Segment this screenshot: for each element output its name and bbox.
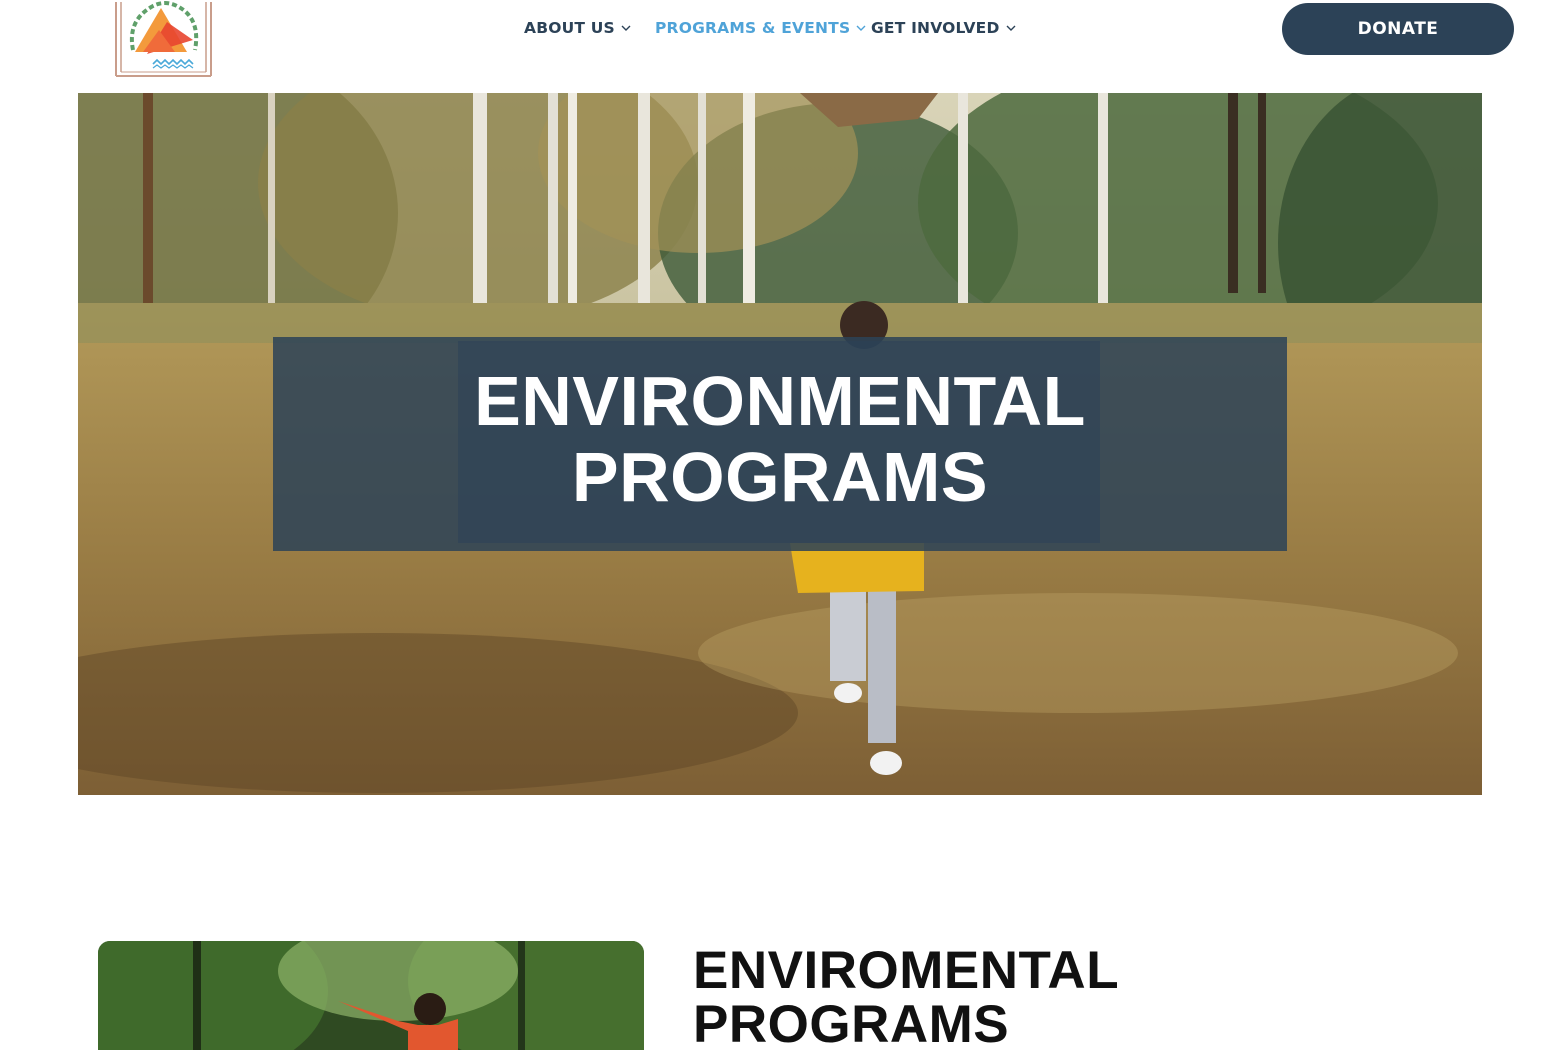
nav-item-programs-events[interactable]: PROGRAMS & EVENTS xyxy=(655,14,866,42)
chevron-down-icon xyxy=(621,25,631,31)
hero-title-line-2: PROGRAMS xyxy=(571,438,989,516)
section-title-line-2: PROGRAMS xyxy=(693,995,1010,1050)
nav-item-label: ABOUT US xyxy=(524,19,615,37)
chevron-down-icon xyxy=(1006,25,1016,31)
program-thumbnail-image xyxy=(98,941,644,1050)
page: ABOUT US PROGRAMS & EVENTS GET INVOLVED … xyxy=(0,0,1560,1050)
hero-title: ENVIRONMENTAL PROGRAMS xyxy=(273,363,1287,515)
nav-item-label: PROGRAMS & EVENTS xyxy=(655,19,851,37)
nav-item-label: GET INVOLVED xyxy=(871,19,1000,37)
hero-banner: ENVIRONMENTAL PROGRAMS xyxy=(78,93,1482,795)
program-photo xyxy=(98,941,644,1050)
nav-item-about-us[interactable]: ABOUT US xyxy=(524,14,631,42)
chevron-down-icon xyxy=(856,25,866,31)
nav-item-get-involved[interactable]: GET INVOLVED xyxy=(871,14,1016,42)
section-title: ENVIROMENTAL PROGRAMS xyxy=(693,944,1293,1050)
section-title-line-1: ENVIROMENTAL xyxy=(693,941,1120,1000)
donate-button[interactable]: DONATE xyxy=(1282,3,1514,55)
donate-button-label: DONATE xyxy=(1357,19,1439,39)
hero-title-line-1: ENVIRONMENTAL xyxy=(474,362,1086,440)
